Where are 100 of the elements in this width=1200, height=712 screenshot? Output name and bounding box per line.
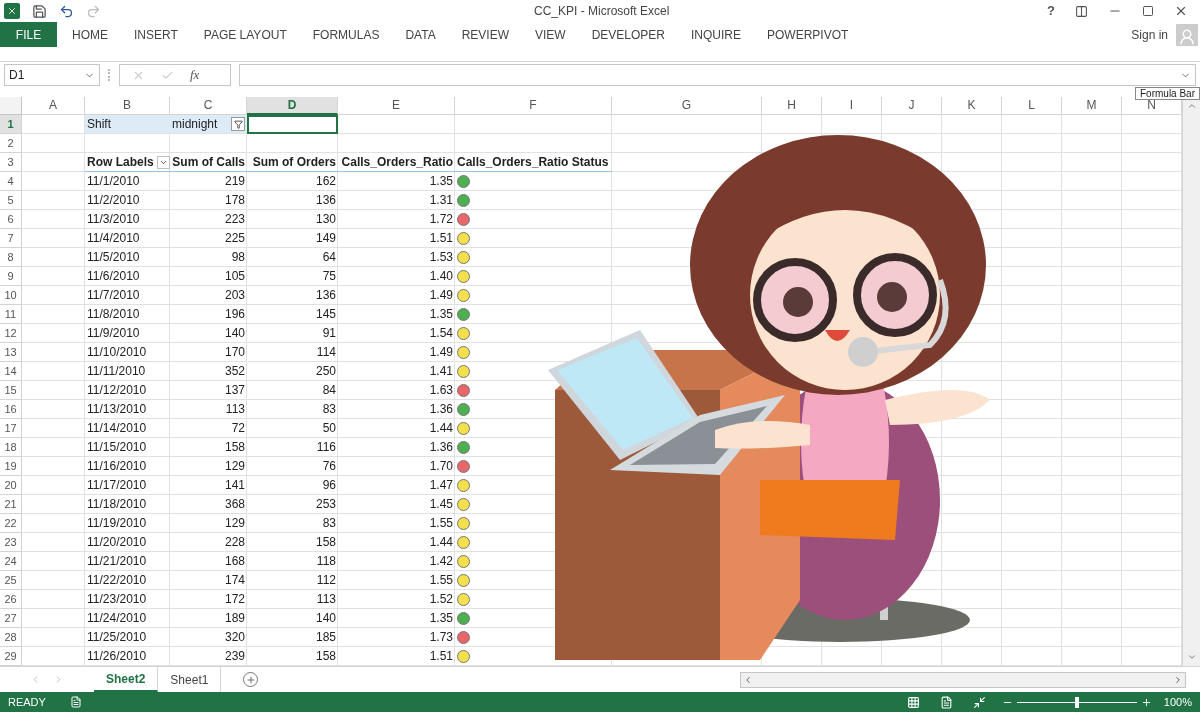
- table-cell-text: 112: [315, 572, 337, 589]
- row-number[interactable]: 6: [0, 210, 22, 229]
- column-letter[interactable]: M: [1062, 97, 1122, 115]
- zoom-level[interactable]: 100%: [1163, 693, 1192, 711]
- filter-dropdown[interactable]: [231, 117, 245, 131]
- row-number[interactable]: 4: [0, 172, 22, 191]
- drag-handle-icon[interactable]: [108, 69, 111, 81]
- page-layout-icon[interactable]: [939, 695, 953, 709]
- table-cell-text: 158: [314, 648, 337, 665]
- table-cell-text: 96: [321, 477, 337, 494]
- row-number[interactable]: 25: [0, 571, 22, 590]
- row-number[interactable]: 12: [0, 324, 22, 343]
- redo-icon[interactable]: [86, 3, 101, 19]
- table-cell-text: 11/25/2010: [86, 629, 148, 646]
- column-letter[interactable]: B: [85, 97, 170, 115]
- ribbon-tab[interactable]: REVIEW: [461, 25, 509, 44]
- row-number[interactable]: 20: [0, 476, 22, 495]
- selected-cell[interactable]: [247, 115, 338, 134]
- table-cell-text: 1.55: [428, 515, 454, 532]
- column-letter[interactable]: H: [762, 97, 822, 115]
- ribbon-tab[interactable]: POWERPIVOT: [767, 25, 849, 44]
- table-cell-text: 1.47: [428, 477, 454, 494]
- table-cell-text: 11/11/2010: [86, 363, 147, 380]
- vertical-scrollbar[interactable]: [1182, 97, 1200, 666]
- macro-record-icon[interactable]: [69, 696, 82, 708]
- ribbon-tab[interactable]: DATA: [405, 25, 436, 44]
- table-cell-text: 129: [223, 458, 246, 475]
- table-cell-text: 83: [321, 515, 337, 532]
- file-tab[interactable]: FILE: [0, 22, 57, 47]
- column-letter[interactable]: K: [942, 97, 1002, 115]
- scroll-left-icon[interactable]: [743, 674, 753, 685]
- filter-field[interactable]: midnight: [170, 115, 247, 133]
- page-break-icon[interactable]: [972, 695, 986, 709]
- column-letter[interactable]: J: [882, 97, 942, 115]
- row-number[interactable]: 7: [0, 229, 22, 248]
- name-box[interactable]: D1: [4, 64, 100, 86]
- ribbon-tab[interactable]: INSERT: [134, 25, 178, 44]
- zoom-thumb[interactable]: [1074, 696, 1079, 708]
- row-number[interactable]: 24: [0, 552, 22, 571]
- horizontal-scrollbar[interactable]: [740, 671, 1186, 688]
- table-cell-text: 113: [315, 591, 337, 608]
- row-number[interactable]: 13: [0, 343, 22, 362]
- normal-view-icon[interactable]: [906, 695, 920, 709]
- row-number[interactable]: 21: [0, 495, 22, 514]
- row-number[interactable]: 2: [0, 134, 22, 153]
- table-cell-text: 1.63: [428, 382, 454, 399]
- ribbon-tab[interactable]: VIEW: [535, 25, 566, 44]
- ribbon-tab[interactable]: HOME: [72, 25, 108, 44]
- row-number[interactable]: 27: [0, 609, 22, 628]
- close-icon[interactable]: [1174, 4, 1188, 18]
- column-letter[interactable]: I: [822, 97, 882, 115]
- sign-in-link[interactable]: Sign in: [1131, 25, 1168, 44]
- save-icon[interactable]: [32, 3, 47, 19]
- column-letter[interactable]: C: [170, 97, 247, 115]
- row-number[interactable]: 23: [0, 533, 22, 552]
- help-button[interactable]: ?: [1047, 1, 1055, 21]
- undo-icon[interactable]: [59, 3, 74, 19]
- row-number[interactable]: 19: [0, 457, 22, 476]
- row-number[interactable]: 15: [0, 381, 22, 400]
- ribbon-tab[interactable]: PAGE LAYOUT: [203, 25, 287, 44]
- ribbon-tab[interactable]: FORMULAS: [312, 25, 380, 44]
- column-letter[interactable]: E: [338, 97, 455, 115]
- maximize-icon[interactable]: [1142, 5, 1154, 17]
- table-cell-text: 250: [314, 363, 337, 380]
- row-number[interactable]: 17: [0, 419, 22, 438]
- zoom-slider[interactable]: [1016, 696, 1137, 708]
- row-number[interactable]: 14: [0, 362, 22, 381]
- scroll-up-icon[interactable]: [1186, 101, 1197, 111]
- ribbon-display-icon[interactable]: [1075, 4, 1088, 18]
- ribbon-tab[interactable]: INQUIRE: [691, 25, 742, 44]
- formula-input[interactable]: [239, 64, 1196, 86]
- column-letter[interactable]: D: [247, 97, 338, 115]
- row-number[interactable]: 22: [0, 514, 22, 533]
- row-number[interactable]: 3: [0, 153, 22, 172]
- row-number[interactable]: 10: [0, 286, 22, 305]
- column-letter[interactable]: G: [612, 97, 762, 115]
- row-number[interactable]: 1: [0, 115, 22, 134]
- table-cell-text: 1.36: [428, 439, 454, 456]
- ribbon-tab[interactable]: DEVELOPER: [591, 25, 665, 44]
- scroll-down-icon[interactable]: [1186, 652, 1197, 662]
- row-number[interactable]: 9: [0, 267, 22, 286]
- row-number[interactable]: 18: [0, 438, 22, 457]
- column-header: Calls_Orders_Ratio Status: [456, 154, 610, 171]
- sheet-tab[interactable]: Sheet2: [94, 667, 159, 692]
- row-number[interactable]: 8: [0, 248, 22, 267]
- row-number[interactable]: 29: [0, 647, 22, 666]
- insert-function-button[interactable]: fx: [190, 65, 200, 85]
- row-number[interactable]: 5: [0, 191, 22, 210]
- row-number[interactable]: 16: [0, 400, 22, 419]
- table-cell-text: 140: [223, 325, 246, 342]
- column-letter[interactable]: L: [1002, 97, 1062, 115]
- row-number[interactable]: 28: [0, 628, 22, 647]
- table-cell-text: 11/12/2010: [86, 382, 148, 399]
- scroll-right-icon[interactable]: [1173, 674, 1183, 685]
- row-number[interactable]: 11: [0, 305, 22, 324]
- column-letter[interactable]: F: [455, 97, 612, 115]
- row-number[interactable]: 26: [0, 590, 22, 609]
- zoom-in-icon[interactable]: [1140, 696, 1152, 708]
- column-letter[interactable]: A: [22, 97, 85, 115]
- cell-reference: D1: [9, 67, 25, 84]
